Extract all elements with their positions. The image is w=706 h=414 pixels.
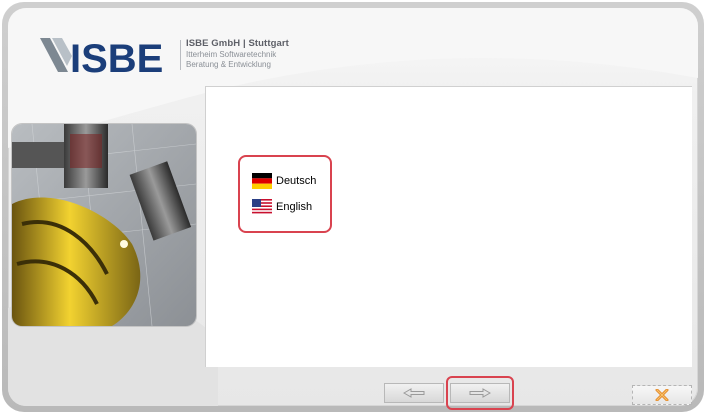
language-selector: Deutsch English: [238, 155, 332, 233]
language-label-deutsch: Deutsch: [276, 175, 317, 187]
language-option-english[interactable]: English: [252, 197, 312, 217]
isbe-logo: ISBE: [40, 37, 163, 78]
company-name: ISBE GmbH | Stuttgart: [186, 38, 289, 49]
close-x-icon: [655, 389, 669, 401]
company-tagline-2: Beratung & Entwicklung: [186, 60, 271, 69]
us-flag-icon: [252, 199, 272, 215]
arrow-left-icon: [403, 388, 425, 398]
german-flag-icon: [252, 173, 272, 189]
company-info: ISBE GmbH | Stuttgart Itterheim Software…: [180, 38, 289, 70]
language-label-english: English: [276, 201, 313, 213]
close-button[interactable]: [632, 385, 692, 405]
logo-text: ISBE: [70, 37, 163, 78]
company-tagline-1: Itterheim Softwaretechnik: [186, 50, 277, 59]
next-button-highlight: [446, 376, 514, 410]
language-option-deutsch[interactable]: Deutsch: [252, 171, 316, 191]
back-button[interactable]: [384, 383, 444, 403]
milling-tool-image: [12, 124, 196, 326]
company-separator: [180, 40, 181, 70]
